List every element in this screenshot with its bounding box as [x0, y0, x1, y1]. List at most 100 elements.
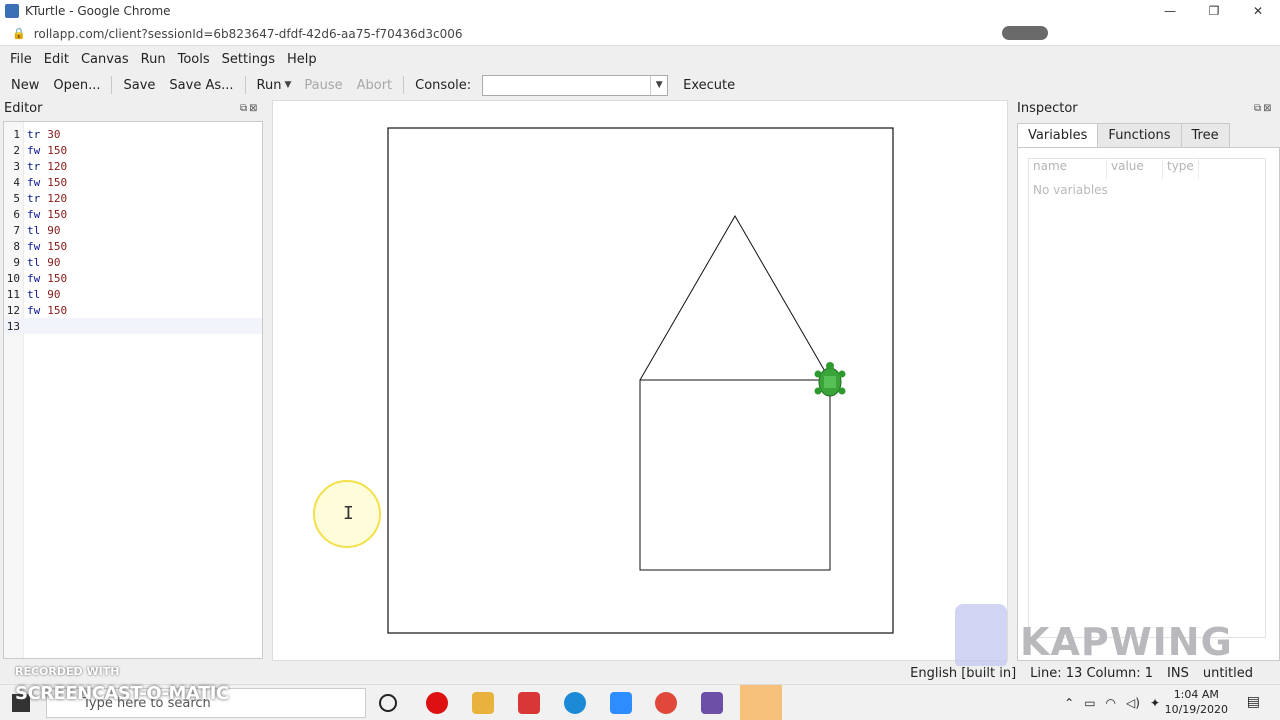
column-type[interactable]: type [1163, 159, 1199, 179]
screencast-watermark: SCREENCAST-O-MATIC [15, 683, 229, 704]
line-number: 4 [13, 175, 20, 189]
url-text[interactable]: rollapp.com/client?sessionId=6b823647-df… [34, 27, 463, 41]
run-button[interactable]: Run [250, 78, 289, 93]
run-dropdown-icon[interactable]: ▼ [284, 80, 291, 90]
save-as-button[interactable]: Save As... [162, 78, 240, 93]
volume-icon[interactable]: ◁) [1126, 696, 1140, 710]
code-line[interactable]: 2 fw 150 [4, 142, 262, 158]
variables-table[interactable]: name value type No variables [1028, 158, 1266, 638]
screencast-recorder-icon[interactable] [740, 685, 782, 720]
battery-icon[interactable]: ▭ [1084, 696, 1095, 710]
close-icon[interactable]: ⊠ [1263, 103, 1271, 114]
tab-variables[interactable]: Variables [1017, 123, 1099, 147]
line-number: 1 [13, 127, 20, 141]
menu-edit[interactable]: Edit [38, 52, 75, 67]
window-title: KTurtle - Google Chrome [25, 4, 171, 18]
code-line[interactable]: 6 fw 150 [4, 206, 262, 222]
code-line[interactable]: 12 fw 150 [4, 302, 262, 318]
float-icon[interactable]: ⧉ [1254, 103, 1261, 114]
address-bar[interactable]: 🔒 rollapp.com/client?sessionId=6b823647-… [0, 22, 1280, 46]
edge-icon[interactable] [564, 692, 586, 714]
restore-icon[interactable]: ❐ [1192, 0, 1236, 22]
code-line[interactable]: 4 fw 150 [4, 174, 262, 190]
toolbar-separator [111, 76, 113, 94]
code-argument: 150 [47, 207, 68, 221]
editor-dock-buttons: ⧉ ⊠ [240, 103, 258, 114]
inspector-dock-title: Inspector [1017, 101, 1078, 116]
open-button[interactable]: Open... [46, 78, 107, 93]
code-argument: 150 [47, 175, 68, 189]
turtle-canvas-area[interactable] [272, 100, 1008, 661]
abort-button[interactable]: Abort [350, 78, 400, 93]
chrome-icon[interactable] [655, 692, 677, 714]
status-language: English [built in] [910, 665, 1017, 681]
opera-icon[interactable] [426, 692, 448, 714]
cortana-icon[interactable] [379, 694, 397, 712]
file-explorer-icon[interactable] [472, 692, 494, 714]
code-line[interactable]: 7 tl 90 [4, 222, 262, 238]
code-line[interactable]: 8 fw 150 [4, 238, 262, 254]
menu-tools[interactable]: Tools [172, 52, 216, 67]
line-number: 9 [13, 255, 20, 269]
text-cursor-icon: I [343, 503, 354, 524]
code-line[interactable]: 10 fw 150 [4, 270, 262, 286]
execute-button[interactable]: Execute [676, 78, 742, 93]
browser-title-bar: KTurtle - Google Chrome — ❐ ✕ [0, 0, 1280, 22]
code-line[interactable]: 3 tr 120 [4, 158, 262, 174]
line-number: 5 [13, 191, 20, 205]
save-button[interactable]: Save [116, 78, 162, 93]
console-label: Console: [415, 77, 472, 93]
console-input[interactable]: ▼ [482, 74, 669, 96]
menu-settings[interactable]: Settings [216, 52, 281, 67]
minimize-icon[interactable]: — [1148, 0, 1192, 22]
code-command: fw [27, 143, 41, 157]
status-bar: English [built in] Line: 13 Column: 1 IN… [0, 662, 1280, 684]
code-line[interactable]: 13 [4, 318, 262, 334]
wifi-icon[interactable]: ◠ [1106, 696, 1116, 710]
column-name[interactable]: name [1029, 159, 1107, 179]
code-line[interactable]: 11 tl 90 [4, 286, 262, 302]
toolbar-separator [244, 76, 246, 94]
system-clock[interactable]: 1:04 AM 10/19/2020 [1165, 687, 1228, 717]
close-icon[interactable]: ✕ [1236, 0, 1280, 22]
app-icon[interactable] [701, 692, 723, 714]
menu-help[interactable]: Help [281, 52, 323, 67]
kturtle-app-icon [5, 4, 19, 18]
pause-button[interactable]: Pause [297, 78, 349, 93]
zoom-icon[interactable] [610, 692, 632, 714]
code-command: tr [27, 191, 41, 205]
dropbox-icon[interactable]: ✦ [1150, 696, 1160, 710]
tab-tree[interactable]: Tree [1180, 123, 1230, 147]
kapwing-mascot-icon [955, 604, 1007, 666]
tab-functions[interactable]: Functions [1097, 123, 1182, 147]
code-argument: 150 [47, 239, 68, 253]
extension-icon[interactable] [1002, 26, 1048, 40]
chevron-down-icon[interactable]: ▼ [650, 75, 667, 95]
code-command: fw [27, 271, 41, 285]
menu-canvas[interactable]: Canvas [75, 52, 135, 67]
notification-icon[interactable]: ▤ [1247, 694, 1260, 710]
line-number: 11 [6, 287, 20, 301]
calendar-app-icon[interactable] [518, 692, 540, 714]
code-editor[interactable]: 1 tr 30 2 fw 150 3 tr 120 4 fw 150 5 tr 120 6 fw 150 7 tl 90… [3, 121, 263, 659]
menu-run[interactable]: Run [135, 52, 172, 67]
status-file: untitled [1202, 665, 1253, 681]
new-button[interactable]: New [4, 78, 46, 93]
line-number: 12 [6, 303, 20, 317]
column-value[interactable]: value [1107, 159, 1163, 179]
code-line[interactable]: 5 tr 120 [4, 190, 262, 206]
code-command: tl [27, 287, 41, 301]
clock-time: 1:04 AM [1173, 688, 1219, 701]
menu-file[interactable]: File [4, 52, 38, 67]
code-line[interactable]: 9 tl 90 [4, 254, 262, 270]
line-number: 10 [6, 271, 20, 285]
turtle-canvas[interactable] [273, 101, 1009, 662]
code-command: fw [27, 175, 41, 189]
code-line[interactable]: 1 tr 30 [4, 126, 262, 142]
status-position: Line: 13 Column: 1 [1030, 665, 1154, 681]
menu-bar: File Edit Canvas Run Tools Settings Help [0, 47, 1280, 71]
code-lines[interactable]: 1 tr 30 2 fw 150 3 tr 120 4 fw 150 5 tr 120 6 fw 150 7 tl 90… [4, 126, 262, 334]
close-icon[interactable]: ⊠ [249, 103, 257, 114]
float-icon[interactable]: ⧉ [240, 103, 247, 114]
chevron-up-icon[interactable]: ⌃ [1064, 696, 1074, 710]
